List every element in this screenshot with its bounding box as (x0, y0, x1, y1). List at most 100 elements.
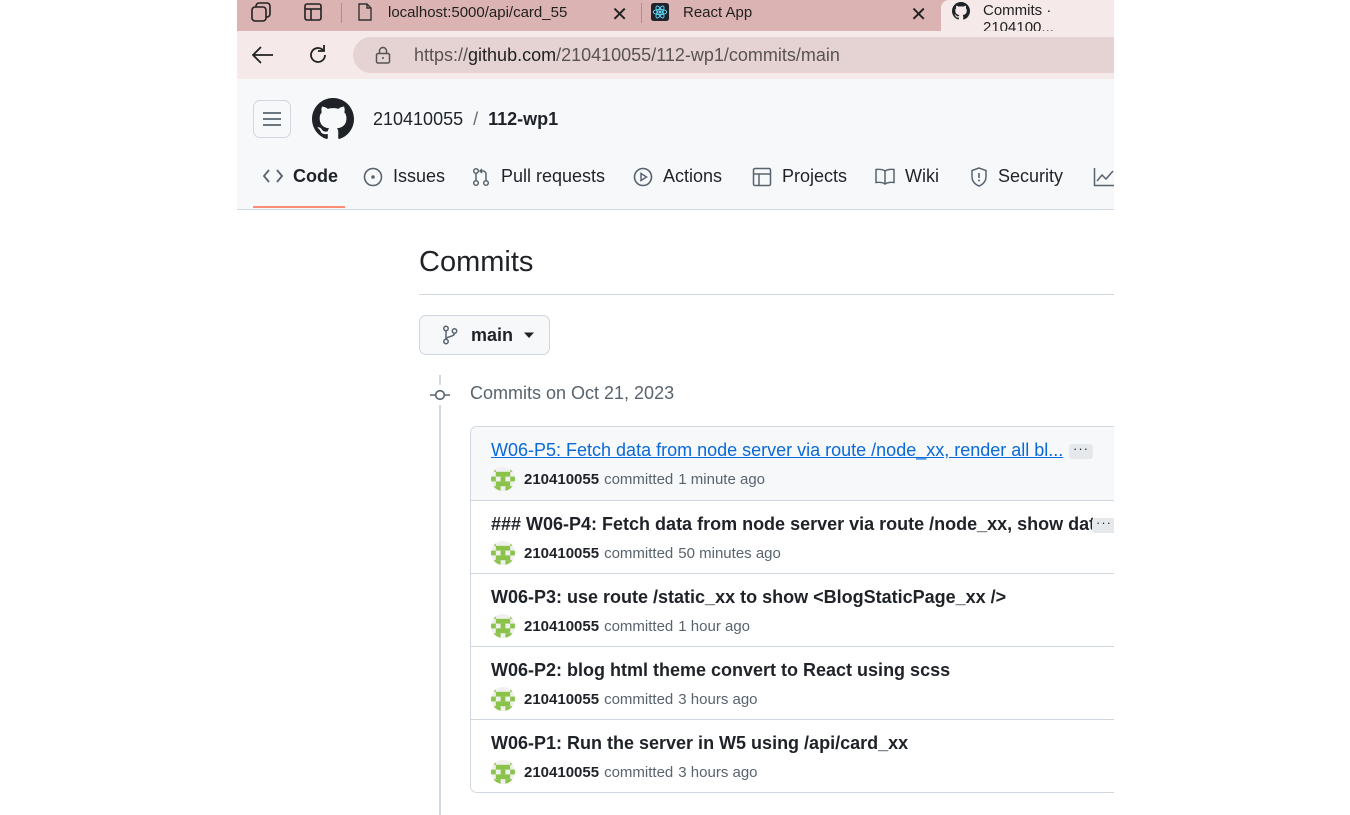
commit-time: 1 hour ago (678, 617, 751, 635)
browser-toolbar: https://github.com/210410055/112-wp1/com… (237, 31, 1114, 79)
tab-separator (341, 3, 342, 23)
play-icon (633, 167, 653, 187)
url-host: github.com (468, 45, 557, 65)
timeline-line (439, 375, 441, 815)
tab-label: Wiki (905, 166, 939, 186)
commit-meta: 210410055 committed 3 hours ago (491, 760, 758, 784)
tab-insights[interactable] (1093, 166, 1114, 208)
commit-verb: committed (604, 617, 674, 635)
commit-author[interactable]: 210410055 (524, 618, 599, 635)
tab-code[interactable]: Code (263, 166, 338, 208)
url-text: https://github.com/210410055/112-wp1/com… (414, 45, 840, 66)
tab-label: Issues (393, 166, 446, 186)
commit-row[interactable]: ### W06-P4: Fetch data from node server … (471, 500, 1114, 573)
close-icon[interactable]: ✕ (611, 2, 628, 27)
commit-verb: committed (604, 470, 674, 488)
commit-verb: committed (604, 690, 674, 708)
commit-verb: committed (604, 763, 674, 781)
avatar[interactable] (491, 614, 515, 638)
tab-label: Code (293, 166, 338, 186)
selected-tab-indicator (253, 206, 345, 208)
url-path: /210410055/112-wp1/commits/main (556, 45, 840, 65)
tab-label: Pull requests (501, 166, 606, 186)
pull-request-icon (471, 167, 491, 187)
commit-message[interactable]: W06-P3: use route /static_xx to show <Bl… (491, 587, 1006, 608)
avatar[interactable] (491, 760, 515, 784)
hamburger-icon (263, 112, 281, 126)
commit-row[interactable]: W06-P5: Fetch data from node server via … (471, 427, 1114, 500)
tab-wiki[interactable]: Wiki (875, 166, 939, 208)
tab-localhost[interactable]: localhost:5000/api/card_55 ✕ (356, 0, 638, 27)
branch-name: main (471, 324, 514, 345)
code-icon (263, 168, 283, 184)
commit-time: 50 minutes ago (678, 544, 781, 562)
branch-icon (442, 325, 458, 345)
github-logo[interactable] (312, 98, 354, 145)
commit-message-link[interactable]: W06-P5: Fetch data from node server via … (491, 440, 1063, 461)
tab-label: Security (998, 166, 1064, 186)
commit-node-icon (430, 385, 450, 410)
tab-react-app[interactable]: React App ✕ (651, 0, 939, 27)
workspaces-button[interactable] (244, 0, 278, 24)
tab-commits[interactable]: Commits · 2104100... (941, 0, 1114, 36)
commit-row[interactable]: W06-P2: blog html theme convert to React… (471, 646, 1114, 719)
vertical-tabs-icon (304, 3, 322, 21)
page-icon (356, 3, 374, 21)
tab-actions-button[interactable] (296, 0, 330, 24)
avatar[interactable] (491, 541, 515, 565)
breadcrumb-separator: / (473, 109, 479, 129)
close-icon[interactable]: ✕ (910, 2, 927, 27)
commit-time: 1 minute ago (678, 470, 766, 488)
issue-icon (363, 167, 383, 187)
commit-message[interactable]: W06-P2: blog html theme convert to React… (491, 660, 950, 681)
commit-verb: committed (604, 544, 674, 562)
table-icon (752, 167, 772, 187)
lock-icon[interactable] (375, 46, 391, 69)
commit-meta: 210410055 committed 1 hour ago (491, 614, 750, 638)
tab-actions[interactable]: Actions (633, 166, 722, 208)
commit-meta: 210410055 committed 50 minutes ago (491, 541, 781, 565)
url-prefix: https:// (414, 45, 469, 65)
react-icon (651, 3, 669, 21)
tab-issues[interactable]: Issues (363, 166, 445, 208)
avatar[interactable] (491, 467, 515, 491)
menu-button[interactable] (253, 100, 291, 138)
refresh-icon (310, 45, 326, 63)
repo-name-link[interactable]: 112-wp1 (488, 109, 558, 129)
commit-row[interactable]: W06-P3: use route /static_xx to show <Bl… (471, 573, 1114, 646)
expand-message-button[interactable]: ··· (1069, 442, 1093, 459)
breadcrumb: 210410055 / 112-wp1 (373, 109, 558, 130)
branch-selector-button[interactable]: main (419, 315, 550, 355)
commit-group-heading: Commits on Oct 21, 2023 (470, 383, 675, 403)
browser-window: localhost:5000/api/card_55 ✕ React App ✕… (237, 0, 1114, 815)
refresh-button[interactable] (303, 40, 333, 70)
expand-message-button[interactable]: ··· (1092, 516, 1114, 533)
commit-author[interactable]: 210410055 (524, 764, 599, 781)
tab-projects[interactable]: Projects (752, 166, 847, 208)
commit-message[interactable]: W06-P1: Run the server in W5 using /api/… (491, 733, 908, 754)
tab-security[interactable]: Security (970, 166, 1063, 208)
commit-author[interactable]: 210410055 (524, 691, 599, 708)
commit-time: 3 hours ago (678, 763, 758, 781)
shield-icon (970, 167, 988, 187)
tab-pull-requests[interactable]: Pull requests (471, 166, 605, 208)
tab-label: Projects (782, 166, 848, 186)
github-icon (312, 98, 354, 139)
commit-time: 3 hours ago (678, 690, 758, 708)
graph-icon (1093, 167, 1114, 187)
commit-list: W06-P5: Fetch data from node server via … (470, 426, 1114, 793)
address-bar[interactable]: https://github.com/210410055/112-wp1/com… (353, 37, 1114, 73)
repo-owner-link[interactable]: 210410055 (373, 109, 463, 129)
commit-author[interactable]: 210410055 (524, 471, 599, 488)
commit-meta: 210410055 committed 3 hours ago (491, 687, 758, 711)
commit-message[interactable]: ### W06-P4: Fetch data from node server … (491, 514, 1114, 535)
book-icon (875, 168, 895, 186)
back-button[interactable] (248, 40, 278, 70)
avatar[interactable] (491, 687, 515, 711)
divider (419, 294, 1114, 295)
github-icon (952, 2, 970, 20)
tab-title: localhost:5000/api/card_55 (388, 3, 568, 21)
tab-strip: localhost:5000/api/card_55 ✕ React App ✕… (237, 0, 1114, 36)
commit-author[interactable]: 210410055 (524, 545, 599, 562)
commit-row[interactable]: W06-P1: Run the server in W5 using /api/… (471, 719, 1114, 792)
